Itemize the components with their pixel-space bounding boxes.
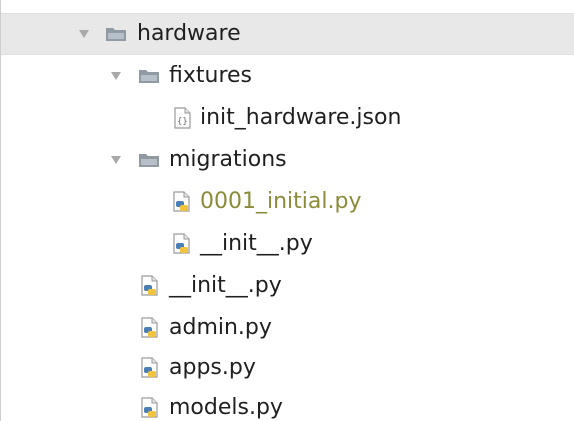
tree-item-models-py[interactable]: models.py <box>1 387 574 421</box>
project-tree: hardware fixtures {} init_hardware.json <box>0 0 574 421</box>
tree-item-apps-py[interactable]: apps.py <box>1 347 574 389</box>
json-file-icon: {} <box>171 107 193 129</box>
tree-item-hardware[interactable]: hardware <box>1 13 574 55</box>
tree-item-label: hardware <box>137 21 241 46</box>
tree-item-label: __init__.py <box>200 231 313 256</box>
tree-item-0001-initial-py[interactable]: 0001_initial.py <box>1 181 574 223</box>
tree-item-migrations[interactable]: migrations <box>1 139 574 181</box>
tree-item-label: 0001_initial.py <box>200 189 362 214</box>
tree-item-label: migrations <box>169 147 287 172</box>
python-file-icon <box>171 233 193 255</box>
tree-item-label: admin.py <box>169 315 272 340</box>
chevron-down-icon[interactable] <box>109 70 123 82</box>
tree-item-label: fixtures <box>169 63 253 88</box>
python-file-icon <box>139 317 161 339</box>
tree-item-label: __init__.py <box>169 273 282 298</box>
python-file-icon <box>139 397 161 419</box>
tree-item-label: apps.py <box>169 355 256 380</box>
tree-item-init-hardware-json[interactable]: {} init_hardware.json <box>1 97 574 139</box>
tree-item-admin-py[interactable]: admin.py <box>1 307 574 349</box>
folder-icon <box>138 65 160 87</box>
tree-item-fixtures[interactable]: fixtures <box>1 55 574 97</box>
svg-text:{}: {} <box>177 117 188 127</box>
python-file-icon <box>171 191 193 213</box>
tree-item-label: models.py <box>169 395 283 420</box>
chevron-down-icon[interactable] <box>77 28 91 40</box>
folder-icon <box>138 149 160 171</box>
tree-item-migrations-init-py[interactable]: __init__.py <box>1 223 574 265</box>
python-file-icon <box>139 357 161 379</box>
python-file-icon <box>139 275 161 297</box>
chevron-down-icon[interactable] <box>109 154 123 166</box>
tree-item-init-py[interactable]: __init__.py <box>1 265 574 307</box>
folder-icon <box>105 23 127 45</box>
tree-item-label: init_hardware.json <box>200 105 402 130</box>
